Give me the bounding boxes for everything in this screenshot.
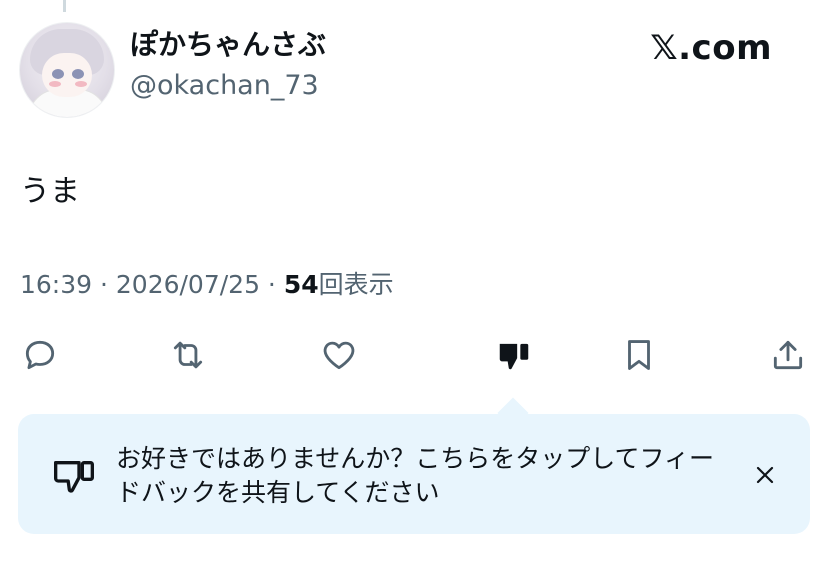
retweet-icon — [173, 341, 203, 369]
share-icon — [773, 340, 803, 370]
close-button[interactable] — [748, 458, 782, 492]
meta-separator: · — [259, 270, 284, 299]
tweet-meta: 16:39 · 2026/07/25 · 54回表示 — [20, 268, 394, 302]
tweet-date[interactable]: 2026/07/25 — [116, 270, 260, 299]
dislike-icon — [499, 343, 529, 370]
views-count: 54 — [283, 270, 319, 299]
author-display-name[interactable]: ぽかちゃんさぶ — [130, 28, 326, 62]
feedback-notice-text: お好きではありませんか？こちらをタップしてフィードバックを共有してください — [116, 444, 715, 507]
like-icon — [323, 341, 355, 370]
brand-logo: 𝕏.com — [650, 28, 772, 68]
like-button[interactable] — [317, 333, 361, 377]
views-label: 回表示 — [318, 270, 394, 299]
reply-button[interactable] — [18, 333, 62, 377]
dislike-button[interactable] — [492, 333, 536, 377]
reply-icon — [25, 340, 55, 370]
thread-connector-line — [63, 0, 66, 12]
share-button[interactable] — [766, 333, 810, 377]
retweet-button[interactable] — [166, 333, 210, 377]
tweet-time[interactable]: 16:39 — [20, 270, 92, 299]
avatar[interactable] — [19, 22, 115, 118]
bookmark-icon — [628, 340, 650, 370]
author-handle[interactable]: @okachan_73 — [130, 70, 319, 102]
thumbs-down-icon — [53, 461, 94, 493]
bookmark-button[interactable] — [617, 333, 661, 377]
feedback-notice[interactable]: お好きではありませんか？こちらをタップしてフィードバックを共有してください — [18, 414, 810, 534]
meta-separator: · — [92, 270, 116, 299]
tweet-text: うま — [20, 174, 80, 209]
close-icon — [756, 466, 774, 484]
